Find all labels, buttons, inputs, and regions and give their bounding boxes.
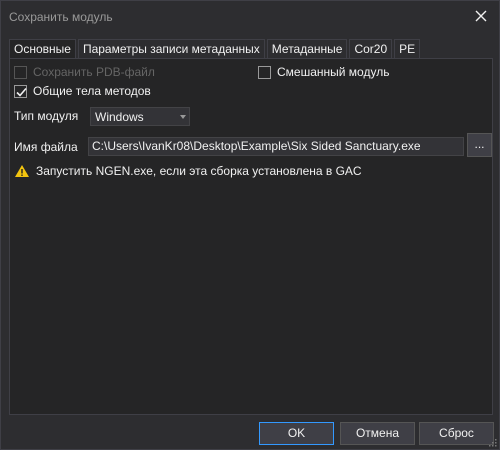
cancel-button[interactable]: Отмена [340, 422, 415, 445]
save-module-dialog: Сохранить модуль Основные Параметры запи… [0, 0, 500, 450]
title-bar: Сохранить модуль [1, 1, 499, 31]
tab-metadata-write-options[interactable]: Параметры записи метаданных [77, 39, 265, 58]
shared-method-bodies-option[interactable]: Общие тела методов [14, 83, 151, 99]
browse-button[interactable]: ... [467, 133, 492, 157]
window-title: Сохранить модуль [9, 10, 113, 24]
mixed-module-checkbox[interactable] [258, 65, 271, 79]
module-type-label: Тип модуля [14, 109, 79, 123]
ngen-warning: Запустить NGEN.exe, если эта сборка уста… [14, 164, 362, 178]
tab-general[interactable]: Основные [9, 39, 76, 59]
mixed-module-option[interactable]: Смешанный модуль [258, 64, 389, 80]
reset-button[interactable]: Сброс [419, 422, 494, 445]
resize-grip-icon[interactable] [487, 437, 497, 447]
shared-method-bodies-checkbox[interactable] [14, 84, 27, 98]
mixed-module-label: Смешанный модуль [277, 65, 390, 79]
tab-metadata[interactable]: Метаданные [266, 39, 348, 58]
warning-icon [15, 165, 29, 177]
module-type-select[interactable]: Windows [90, 107, 190, 126]
save-pdb-option[interactable]: Сохранить PDB-файл [14, 64, 155, 80]
ngen-warning-text: Запустить NGEN.exe, если эта сборка уста… [36, 164, 362, 178]
filename-input[interactable]: C:\Users\IvanKr08\Desktop\Example\Six Si… [88, 137, 464, 156]
shared-method-bodies-label: Общие тела методов [33, 84, 151, 98]
chevron-down-icon [180, 115, 186, 119]
general-panel: Сохранить PDB-файл Смешанный модуль Общи… [9, 58, 493, 415]
save-pdb-checkbox[interactable] [14, 65, 27, 79]
tab-cor20[interactable]: Cor20 [349, 39, 393, 58]
tab-pe[interactable]: PE [394, 39, 421, 58]
checkmark-icon [16, 87, 27, 97]
filename-label: Имя файла [14, 140, 78, 154]
tab-strip: Основные Параметры записи метаданных Мет… [9, 39, 422, 59]
module-type-value: Windows [95, 110, 144, 124]
ok-button[interactable]: OK [259, 422, 334, 445]
close-icon[interactable] [473, 8, 489, 24]
save-pdb-label: Сохранить PDB-файл [33, 65, 155, 79]
